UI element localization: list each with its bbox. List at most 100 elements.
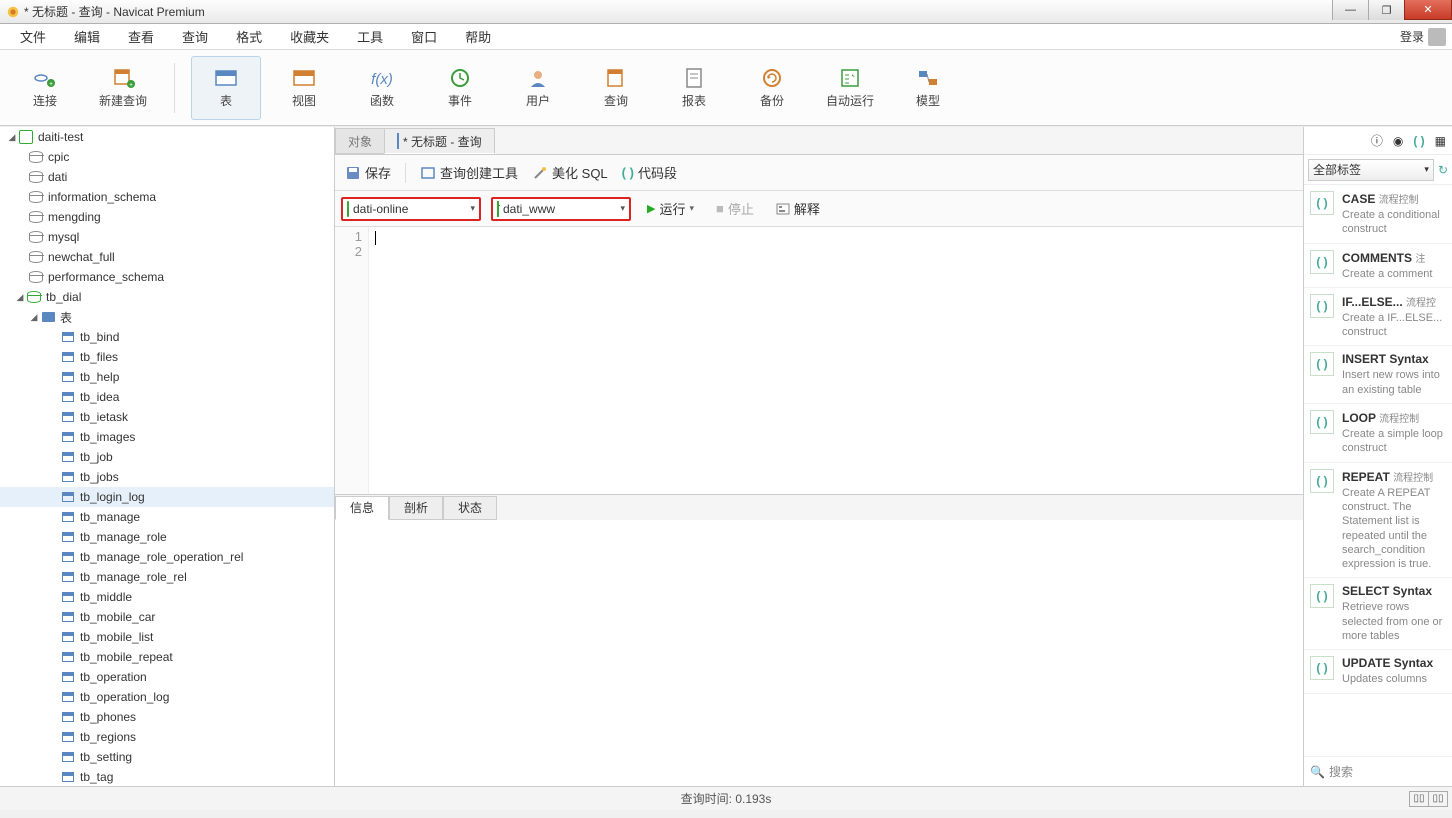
save-button[interactable]: 保存 [341,161,395,184]
tree-table[interactable]: tb_manage [0,507,334,527]
tree-table[interactable]: tb_operation_log [0,687,334,707]
info-icon[interactable]: ⓘ [1371,132,1383,149]
beautify-sql-button[interactable]: 美化 SQL [528,161,612,184]
toolbar-function[interactable]: f(x)函数 [347,56,417,120]
tree-table[interactable]: tb_operation [0,667,334,687]
tree-table[interactable]: tb_images [0,427,334,447]
snippet-item[interactable]: ( )CASE 流程控制Create a conditional constru… [1304,185,1452,244]
tree-db[interactable]: newchat_full [0,247,334,267]
tag-filter-dropdown[interactable]: 全部标签 ▾ [1308,159,1434,181]
toolbar-new-query[interactable]: +新建查询 [88,56,158,120]
tree-table[interactable]: tb_tag [0,767,334,786]
snippet-item[interactable]: ( )IF...ELSE... 流程控Create a IF...ELSE...… [1304,288,1452,347]
tab-objects[interactable]: 对象 [335,128,385,154]
tree-db[interactable]: dati [0,167,334,187]
toolbar-autorun[interactable]: 自动运行 [815,56,885,120]
tree-table[interactable]: tb_ietask [0,407,334,427]
toolbar-event[interactable]: 事件 [425,56,495,120]
query-toolbar: 保存 查询创建工具 美化 SQL ( ) 代码段 [335,155,1303,191]
snippet-item[interactable]: ( )LOOP 流程控制Create a simple loop constru… [1304,404,1452,463]
connection-tree[interactable]: ◢ daiti-test cpicdatiinformation_schemam… [0,127,335,786]
tree-table[interactable]: tb_bind [0,327,334,347]
tree-db[interactable]: cpic [0,147,334,167]
snippet-icon: ( ) [1310,294,1334,318]
eye-icon[interactable]: ◉ [1393,134,1403,148]
grid-icon[interactable]: ▦ [1435,134,1446,148]
layout-toggle-2[interactable]: ▯▯ [1428,791,1448,807]
layout-toggle-1[interactable]: ▯▯ [1409,791,1429,807]
tree-table[interactable]: tb_mobile_repeat [0,647,334,667]
toolbar-query[interactable]: 查询 [581,56,651,120]
toolbar-report[interactable]: 报表 [659,56,729,120]
tree-table[interactable]: tb_manage_role [0,527,334,547]
tree-table[interactable]: tb_setting [0,747,334,767]
text-cursor [375,231,376,245]
login-link[interactable]: 登录 [1400,28,1424,45]
tree-db[interactable]: performance_schema [0,267,334,287]
toolbar-user[interactable]: 用户 [503,56,573,120]
toolbar-table[interactable]: 表 [191,56,261,120]
editor-tabs: 对象 * 无标题 - 查询 [335,127,1303,155]
tree-table[interactable]: tb_middle [0,587,334,607]
menu-view[interactable]: 查看 [114,23,168,50]
toolbar-view[interactable]: 视图 [269,56,339,120]
result-tabs: 信息 剖析 状态 [335,494,1303,520]
restore-button[interactable] [1368,0,1404,20]
snippet-item[interactable]: ( )REPEAT 流程控制Create A REPEAT construct.… [1304,463,1452,579]
tree-table[interactable]: tb_manage_role_operation_rel [0,547,334,567]
tree-table[interactable]: tb_files [0,347,334,367]
tree-db[interactable]: mysql [0,227,334,247]
tree-table[interactable]: tb_mobile_car [0,607,334,627]
tree-db-active[interactable]: ◢ tb_dial [0,287,334,307]
stop-icon: ■ [716,201,724,216]
menu-help[interactable]: 帮助 [451,23,505,50]
tab-status[interactable]: 状态 [443,496,497,520]
menu-file[interactable]: 文件 [6,23,60,50]
tree-table[interactable]: tb_mobile_list [0,627,334,647]
tree-table[interactable]: tb_login_log [0,487,334,507]
run-button[interactable]: ▶ 运行 ▾ [641,197,700,220]
snippet-item[interactable]: ( )SELECT Syntax Retrieve rows selected … [1304,578,1452,650]
code-snippet-button[interactable]: ( ) 代码段 [618,161,681,184]
menu-favorites[interactable]: 收藏夹 [276,23,343,50]
query-builder-button[interactable]: 查询创建工具 [416,161,522,184]
tree-table[interactable]: tb_jobs [0,467,334,487]
braces-icon[interactable]: ( ) [1413,134,1424,148]
tree-table[interactable]: tb_idea [0,387,334,407]
menu-tools[interactable]: 工具 [343,23,397,50]
tree-connection[interactable]: ◢ daiti-test [0,127,334,147]
tab-info[interactable]: 信息 [335,496,389,520]
tree-db[interactable]: information_schema [0,187,334,207]
snippet-search[interactable]: 🔍 搜索 [1304,756,1452,786]
sql-editor[interactable]: 1 2 [335,227,1303,494]
connection-dropdown[interactable]: dati-online ▾ [341,197,481,221]
toolbar-model[interactable]: 模型 [893,56,963,120]
database-dropdown[interactable]: dati_www ▾ [491,197,631,221]
snippet-item[interactable]: ( )INSERT Syntax Insert new rows into an… [1304,346,1452,404]
explain-button[interactable]: 解释 [770,197,826,220]
tree-db[interactable]: mengding [0,207,334,227]
snippet-list[interactable]: ( )CASE 流程控制Create a conditional constru… [1304,185,1452,756]
tree-folder-tables[interactable]: ◢ 表 [0,307,334,327]
toolbar-connect[interactable]: +连接 [10,56,80,120]
tree-table[interactable]: tb_help [0,367,334,387]
avatar-icon[interactable] [1428,28,1446,46]
tree-table[interactable]: tb_manage_role_rel [0,567,334,587]
tree-table[interactable]: tb_job [0,447,334,467]
menu-window[interactable]: 窗口 [397,23,451,50]
tab-query-untitled[interactable]: * 无标题 - 查询 [384,128,495,154]
stop-button[interactable]: ■ 停止 [710,197,760,220]
tree-table[interactable]: tb_phones [0,707,334,727]
menu-query[interactable]: 查询 [168,23,222,50]
tab-profile[interactable]: 剖析 [389,496,443,520]
close-button[interactable] [1404,0,1452,20]
app-icon [6,5,20,19]
menu-format[interactable]: 格式 [222,23,276,50]
menu-edit[interactable]: 编辑 [60,23,114,50]
refresh-snippets-icon[interactable]: ↻ [1438,163,1448,177]
tree-table[interactable]: tb_regions [0,727,334,747]
toolbar-backup[interactable]: 备份 [737,56,807,120]
minimize-button[interactable] [1332,0,1368,20]
snippet-item[interactable]: ( )COMMENTS 注Create a comment [1304,244,1452,288]
snippet-item[interactable]: ( )UPDATE Syntax Updates columns [1304,650,1452,693]
